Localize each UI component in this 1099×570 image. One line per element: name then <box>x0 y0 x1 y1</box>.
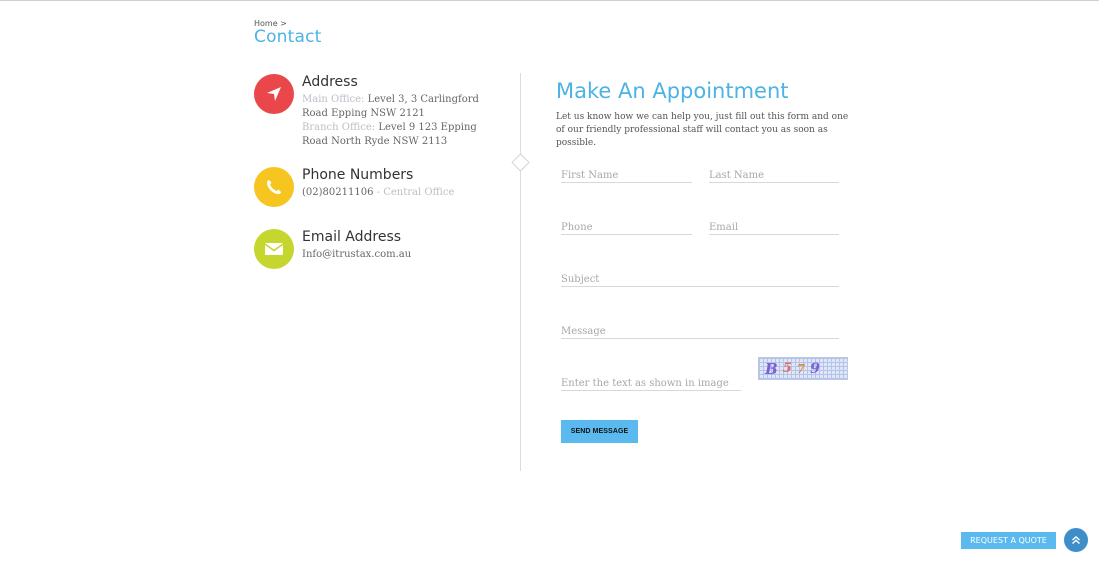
email-title: Email Address <box>302 229 402 245</box>
top-border <box>0 0 1099 1</box>
captcha-char: 9 <box>810 360 825 377</box>
phone-details: (02)80211106 - Central Office <box>302 186 502 200</box>
captcha-image: B 5 7 9 <box>758 357 848 380</box>
phone-icon <box>254 167 294 207</box>
page-title: Contact <box>254 27 322 47</box>
request-quote-button[interactable]: REQUEST A QUOTE <box>961 532 1056 549</box>
subject-input[interactable] <box>561 270 839 289</box>
captcha-char: 5 <box>782 361 797 376</box>
email-field-wrapper <box>709 215 839 237</box>
phone-label: Central Office <box>383 187 455 198</box>
scroll-to-top-button[interactable] <box>1064 528 1088 552</box>
phone-input[interactable] <box>561 218 692 237</box>
message-field-wrapper <box>561 319 839 341</box>
vertical-divider <box>520 73 521 471</box>
send-message-button[interactable]: SEND MESSAGE <box>561 420 638 443</box>
phone-separator: - <box>373 187 384 198</box>
divider-diamond <box>511 153 530 172</box>
email-input[interactable] <box>709 218 839 237</box>
address-title: Address <box>302 74 358 90</box>
location-arrow-icon <box>254 74 294 114</box>
first-name-input[interactable] <box>561 166 692 185</box>
subject-field-wrapper <box>561 267 839 289</box>
captcha-char: 7 <box>796 361 811 376</box>
chevron-double-up-icon <box>1072 535 1080 545</box>
envelope-icon <box>254 229 294 269</box>
last-name-input[interactable] <box>709 166 839 185</box>
last-name-field-wrapper <box>709 163 839 185</box>
form-description: Let us know how we can help you, just fi… <box>556 112 849 148</box>
captcha-field-wrapper <box>561 371 741 393</box>
main-office-label: Main Office: <box>302 94 365 105</box>
email-address-link[interactable]: Info@itrustax.com.au <box>302 248 502 262</box>
phone-field-wrapper <box>561 215 692 237</box>
form-title: Make An Appointment <box>556 79 789 103</box>
captcha-char: B <box>765 359 783 378</box>
branch-office-label: Branch Office: <box>302 122 376 133</box>
phone-title: Phone Numbers <box>302 167 414 183</box>
captcha-input[interactable] <box>561 374 741 393</box>
message-input[interactable] <box>561 322 839 341</box>
phone-number[interactable]: (02)80211106 <box>302 187 373 198</box>
address-details: Main Office: Level 3, 3 Carlingford Road… <box>302 93 502 149</box>
first-name-field-wrapper <box>561 163 692 185</box>
